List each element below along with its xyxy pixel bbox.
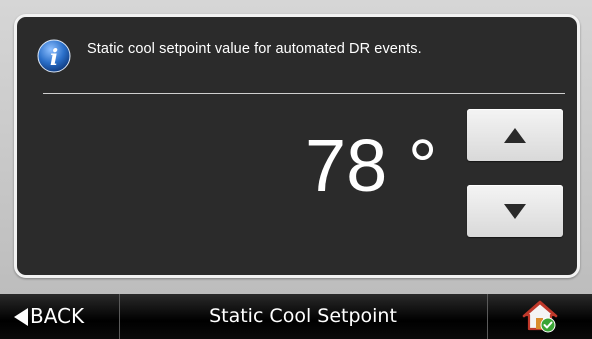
- back-label: BACK: [30, 304, 85, 328]
- decrease-button[interactable]: [467, 185, 563, 237]
- arrow-down-icon: [504, 204, 526, 219]
- info-description: Static cool setpoint value for automated…: [87, 41, 422, 57]
- arrow-up-icon: [504, 128, 526, 143]
- page-title: Static Cool Setpoint: [209, 305, 397, 327]
- back-button[interactable]: BACK: [0, 294, 119, 339]
- home-button[interactable]: [488, 294, 592, 339]
- info-icon: i: [37, 39, 71, 73]
- back-arrow-icon: [14, 308, 28, 326]
- svg-text:i: i: [50, 45, 58, 71]
- home-check-icon: [522, 300, 558, 333]
- setpoint-value: 78 °: [305, 124, 438, 207]
- bottom-bar: BACK Static Cool Setpoint: [0, 294, 592, 339]
- divider: [43, 93, 565, 94]
- setpoint-panel: i Static cool setpoint value for automat…: [14, 14, 580, 278]
- increase-button[interactable]: [467, 109, 563, 161]
